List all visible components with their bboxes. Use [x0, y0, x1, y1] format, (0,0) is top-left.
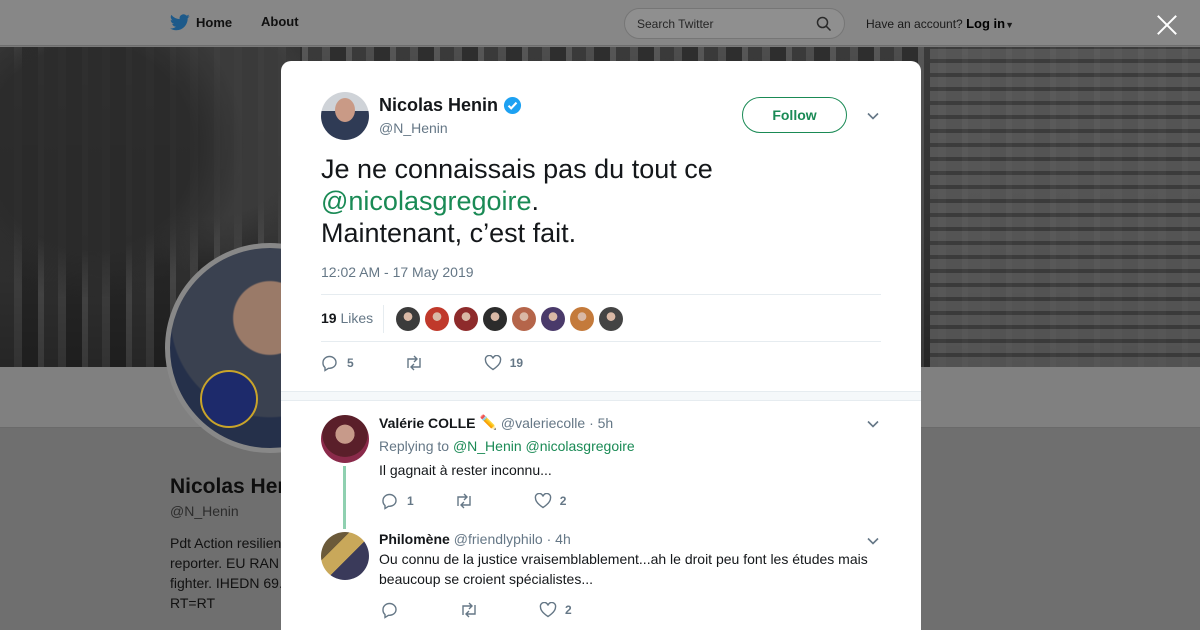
- reply-action[interactable]: 5: [321, 354, 354, 372]
- author-name[interactable]: Nicolas Henin: [379, 95, 522, 116]
- profile-bio: Pdt Action resilien reporter. EU RAN fig…: [170, 533, 283, 613]
- liker-avatar[interactable]: [570, 307, 594, 331]
- bio-line: reporter. EU RAN: [170, 555, 279, 571]
- retweet-icon: [462, 602, 476, 618]
- reply-author-name[interactable]: Philomène: [379, 531, 450, 547]
- likes-number: 19: [321, 310, 337, 326]
- search-input[interactable]: Search Twitter: [624, 8, 845, 39]
- replies-separator: [281, 391, 921, 401]
- chevron-down-icon[interactable]: [866, 109, 880, 123]
- retweet-icon: [406, 355, 421, 371]
- like-action[interactable]: 2: [539, 602, 572, 618]
- liker-avatar[interactable]: [396, 307, 420, 331]
- reply-avatar[interactable]: [321, 415, 369, 463]
- like-action[interactable]: 2: [534, 493, 567, 509]
- author-avatar[interactable]: [321, 92, 369, 140]
- reply-author-handle[interactable]: @friendlyphilo: [454, 531, 543, 547]
- search-placeholder: Search Twitter: [637, 16, 714, 31]
- reply-count: 5: [347, 356, 354, 370]
- eu-election-badge: [200, 370, 258, 428]
- caret-down-icon[interactable]: ▼: [1005, 20, 1014, 30]
- liker-avatar[interactable]: [541, 307, 565, 331]
- reply-icon: [322, 355, 337, 372]
- author-name-text: Nicolas Henin: [379, 95, 499, 115]
- reply-actions: 1 2: [381, 491, 566, 511]
- verified-badge-icon: [503, 96, 522, 115]
- reply-header: Valérie COLLE ✏️ @valeriecolle · 5h: [379, 414, 613, 431]
- reply-author-handle[interactable]: @valeriecolle: [501, 415, 585, 431]
- reply-time[interactable]: · 5h: [589, 415, 613, 431]
- reply-avatar[interactable]: [321, 532, 369, 580]
- account-prompt-text: Have an account?: [866, 17, 963, 31]
- bio-line: Pdt Action resilien: [170, 535, 282, 551]
- heart-icon: [539, 602, 557, 618]
- thread-line: [343, 466, 346, 529]
- reply-actions: 2: [381, 600, 572, 620]
- reply-author-name[interactable]: Valérie COLLE: [379, 415, 475, 431]
- liker-avatar[interactable]: [454, 307, 478, 331]
- replying-to-prefix: Replying to: [379, 438, 450, 454]
- reply-count: 1: [407, 494, 414, 508]
- like-count: 2: [565, 603, 572, 617]
- like-count: 2: [559, 494, 567, 508]
- tweet-text-part: .: [531, 186, 540, 216]
- retweet-icon: [456, 493, 471, 509]
- reply-icon: [382, 493, 397, 510]
- liker-avatar[interactable]: [425, 307, 449, 331]
- author-handle[interactable]: @N_Henin: [379, 120, 448, 136]
- bio-line: fighter. IHEDN 69.: [170, 575, 283, 591]
- bio-line: RT=RT: [170, 595, 215, 611]
- login-link[interactable]: Log in: [966, 16, 1005, 31]
- divider: [383, 305, 384, 333]
- close-icon[interactable]: [1156, 14, 1178, 36]
- liker-avatar[interactable]: [512, 307, 536, 331]
- reply-header: Philomène @friendlyphilo · 4h: [379, 531, 571, 547]
- retweet-action[interactable]: [459, 602, 487, 618]
- chevron-down-icon[interactable]: [866, 534, 880, 548]
- reply-text: Il gagnait à rester inconnu...: [379, 462, 552, 478]
- twitter-bird-icon: [170, 14, 190, 31]
- tweet-text-part: Maintenant, c’est fait.: [321, 218, 577, 248]
- reply-time[interactable]: · 4h: [547, 531, 571, 547]
- replying-to-mentions[interactable]: @N_Henin @nicolasgregoire: [453, 438, 635, 454]
- liker-avatar[interactable]: [483, 307, 507, 331]
- retweet-action[interactable]: [404, 355, 432, 371]
- cover-buildings: [930, 47, 1200, 367]
- replying-to: Replying to @N_Henin @nicolasgregoire: [379, 438, 635, 454]
- like-count: 19: [509, 356, 524, 370]
- tweet-modal: Nicolas Henin @N_Henin Follow Je ne conn…: [281, 61, 921, 630]
- reply-action[interactable]: 1: [381, 492, 414, 510]
- tweet-text: Je ne connaissais pas du tout ce @nicola…: [321, 153, 881, 249]
- account-prompt: Have an account? Log in▼: [866, 16, 1014, 31]
- liker-avatar[interactable]: [599, 307, 623, 331]
- heart-icon: [534, 493, 551, 509]
- nav-home[interactable]: Home: [170, 14, 232, 31]
- pencil-emoji: ✏️: [479, 414, 497, 430]
- retweet-action[interactable]: [454, 493, 482, 509]
- likes-row: 19 Likes: [321, 294, 881, 342]
- reply-icon: [382, 602, 397, 619]
- tweet-timestamp[interactable]: 12:02 AM - 17 May 2019: [321, 264, 474, 280]
- heart-icon: [484, 355, 501, 371]
- reply-action[interactable]: [381, 601, 407, 619]
- profile-handle: @N_Henin: [170, 503, 239, 519]
- follow-button[interactable]: Follow: [742, 97, 847, 133]
- nav-about[interactable]: About: [261, 14, 299, 29]
- search-icon[interactable]: [816, 16, 832, 32]
- likes-label: Likes: [340, 310, 374, 326]
- reply-text: Ou connu de la justice vraisemblablement…: [379, 551, 868, 587]
- tweet-actions: 5 19: [321, 353, 523, 373]
- mention-link[interactable]: @nicolasgregoire: [321, 186, 532, 216]
- like-action[interactable]: 19: [484, 355, 523, 371]
- top-navigation-bar: Home About Search Twitter Have an accoun…: [0, 0, 1200, 46]
- likes-count[interactable]: 19 Likes: [321, 310, 373, 326]
- nav-home-label: Home: [196, 15, 233, 30]
- tweet-text-part: Je ne connaissais pas du tout ce: [321, 154, 713, 184]
- chevron-down-icon[interactable]: [866, 417, 880, 431]
